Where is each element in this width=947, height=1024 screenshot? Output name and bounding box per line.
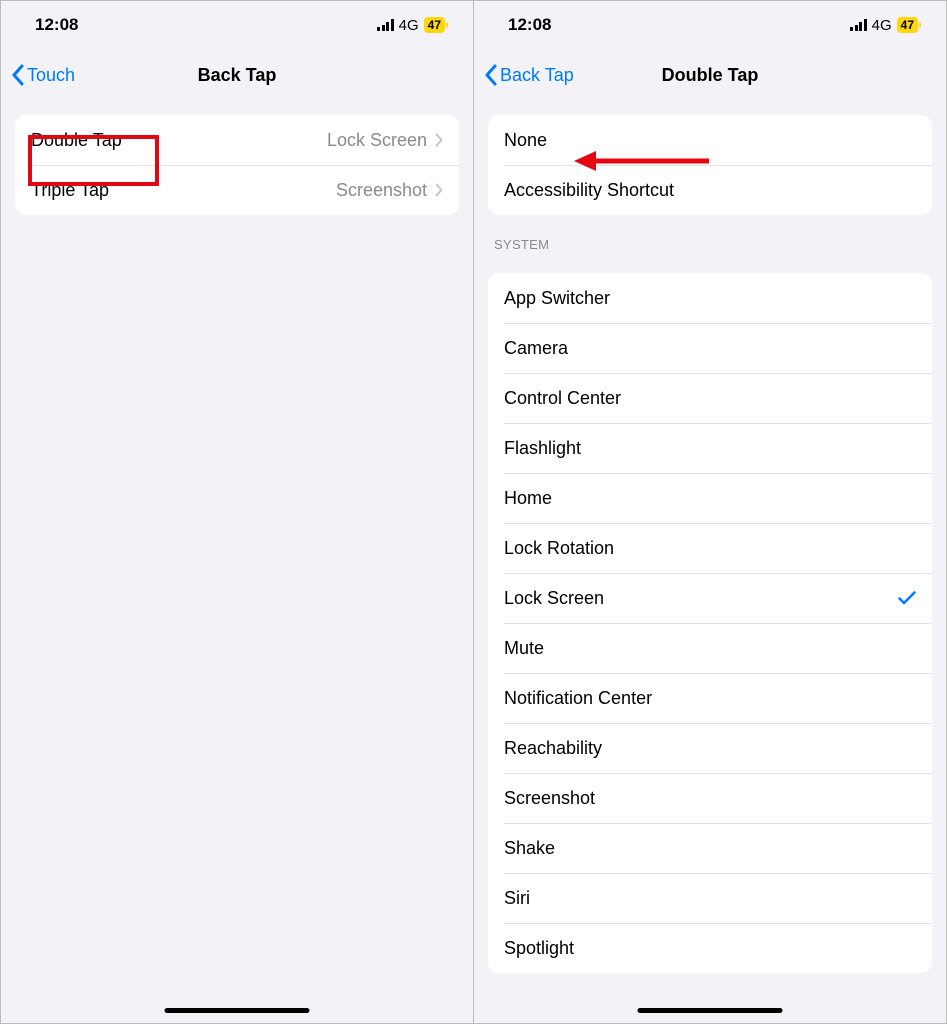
- home-indicator[interactable]: [165, 1008, 310, 1013]
- status-right: 4G 47: [850, 17, 918, 34]
- option-app-switcher[interactable]: App Switcher: [488, 273, 932, 323]
- battery-icon: 47: [424, 17, 445, 33]
- option-flashlight[interactable]: Flashlight: [488, 423, 932, 473]
- option-lock-screen[interactable]: Lock Screen: [488, 573, 932, 623]
- option-camera[interactable]: Camera: [488, 323, 932, 373]
- options-group-general: None Accessibility Shortcut: [488, 115, 932, 215]
- row-label: Lock Rotation: [504, 538, 916, 559]
- row-label: Triple Tap: [31, 180, 336, 201]
- chevron-right-icon: [435, 183, 443, 197]
- row-label: Lock Screen: [504, 588, 898, 609]
- row-label: Notification Center: [504, 688, 916, 709]
- status-right: 4G 47: [377, 17, 445, 34]
- screen-double-tap: 12:08 4G 47 Back Tap Double Tap None Acc…: [473, 1, 946, 1023]
- section-header-system: System: [474, 215, 946, 259]
- option-shake[interactable]: Shake: [488, 823, 932, 873]
- battery-icon: 47: [897, 17, 918, 33]
- status-bar: 12:08 4G 47: [1, 1, 473, 49]
- row-label: Spotlight: [504, 938, 916, 959]
- row-label: Control Center: [504, 388, 916, 409]
- row-double-tap[interactable]: Double Tap Lock Screen: [15, 115, 459, 165]
- content: None Accessibility Shortcut System App S…: [474, 101, 946, 1023]
- content: Double Tap Lock Screen Triple Tap Screen…: [1, 101, 473, 1023]
- row-value: Lock Screen: [327, 130, 427, 151]
- option-accessibility-shortcut[interactable]: Accessibility Shortcut: [488, 165, 932, 215]
- back-button[interactable]: Back Tap: [484, 64, 574, 86]
- signal-icon: [850, 19, 867, 31]
- option-screenshot[interactable]: Screenshot: [488, 773, 932, 823]
- screen-back-tap: 12:08 4G 47 Touch Back Tap Double Tap Lo…: [1, 1, 473, 1023]
- chevron-left-icon: [484, 64, 497, 86]
- status-time: 12:08: [508, 15, 551, 35]
- status-time: 12:08: [35, 15, 78, 35]
- back-button[interactable]: Touch: [11, 64, 75, 86]
- row-label: Reachability: [504, 738, 916, 759]
- row-label: Mute: [504, 638, 916, 659]
- nav-bar: Touch Back Tap: [1, 49, 473, 101]
- network-type: 4G: [872, 17, 892, 34]
- row-label: Screenshot: [504, 788, 916, 809]
- options-group-system: App Switcher Camera Control Center Flashlig…: [488, 273, 932, 973]
- option-notification-center[interactable]: Notification Center: [488, 673, 932, 723]
- option-mute[interactable]: Mute: [488, 623, 932, 673]
- option-none[interactable]: None: [488, 115, 932, 165]
- row-label: Camera: [504, 338, 916, 359]
- option-reachability[interactable]: Reachability: [488, 723, 932, 773]
- option-spotlight[interactable]: Spotlight: [488, 923, 932, 973]
- row-label: None: [504, 130, 916, 151]
- row-triple-tap[interactable]: Triple Tap Screenshot: [15, 165, 459, 215]
- row-label: Flashlight: [504, 438, 916, 459]
- option-siri[interactable]: Siri: [488, 873, 932, 923]
- settings-group: Double Tap Lock Screen Triple Tap Screen…: [15, 115, 459, 215]
- row-label: Double Tap: [31, 130, 327, 151]
- row-value: Screenshot: [336, 180, 427, 201]
- chevron-left-icon: [11, 64, 24, 86]
- home-indicator[interactable]: [638, 1008, 783, 1013]
- row-label: Home: [504, 488, 916, 509]
- option-lock-rotation[interactable]: Lock Rotation: [488, 523, 932, 573]
- signal-icon: [377, 19, 394, 31]
- row-label: App Switcher: [504, 288, 916, 309]
- row-label: Shake: [504, 838, 916, 859]
- back-label: Back Tap: [500, 65, 574, 86]
- row-label: Siri: [504, 888, 916, 909]
- option-home[interactable]: Home: [488, 473, 932, 523]
- row-label: Accessibility Shortcut: [504, 180, 916, 201]
- checkmark-icon: [898, 591, 916, 605]
- option-control-center[interactable]: Control Center: [488, 373, 932, 423]
- status-bar: 12:08 4G 47: [474, 1, 946, 49]
- chevron-right-icon: [435, 133, 443, 147]
- network-type: 4G: [399, 17, 419, 34]
- back-label: Touch: [27, 65, 75, 86]
- nav-bar: Back Tap Double Tap: [474, 49, 946, 101]
